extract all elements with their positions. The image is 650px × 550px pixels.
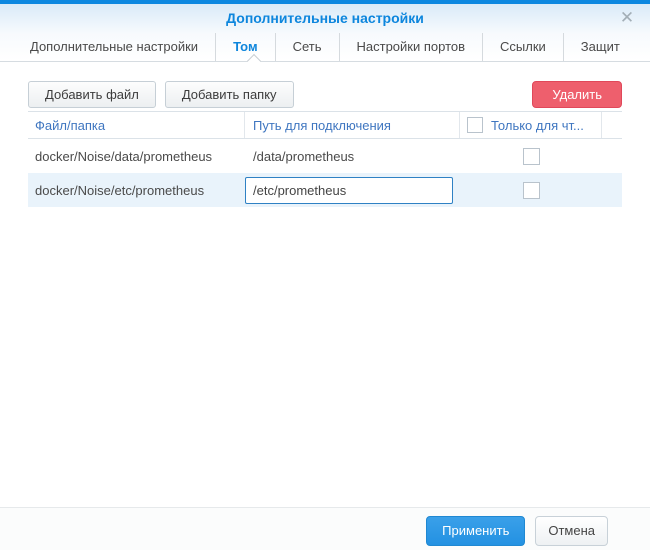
read-only-select-all-checkbox[interactable] xyxy=(467,117,483,133)
tab-bar: Дополнительные настройки Том Сеть Настро… xyxy=(0,33,650,62)
close-icon[interactable]: ✕ xyxy=(616,7,638,29)
tab-protection[interactable]: Защит xyxy=(563,33,637,61)
mount-path-input[interactable] xyxy=(245,177,453,204)
cell-mount-path[interactable]: /data/prometheus xyxy=(245,149,460,164)
column-header-read-only-label: Только для чт... xyxy=(491,118,584,133)
tab-links[interactable]: Ссылки xyxy=(482,33,563,61)
column-header-spacer xyxy=(602,112,622,138)
advanced-settings-dialog: { "window": { "title": "Дополнительные н… xyxy=(0,0,650,550)
read-only-checkbox[interactable] xyxy=(523,148,540,165)
cell-mount-path xyxy=(245,177,460,204)
table-header: Файл/папка Путь для подключения Только д… xyxy=(28,111,622,139)
read-only-checkbox[interactable] xyxy=(523,182,540,199)
tab-volume[interactable]: Том xyxy=(215,33,275,61)
dialog-title: Дополнительные настройки xyxy=(0,4,650,33)
table-row[interactable]: docker/Noise/etc/prometheus xyxy=(28,173,622,207)
volume-tab-panel: Добавить файл Добавить папку Удалить Фай… xyxy=(0,81,650,207)
cancel-button[interactable]: Отмена xyxy=(535,516,608,546)
column-header-mount-path: Путь для подключения xyxy=(245,112,460,138)
column-header-read-only: Только для чт... xyxy=(460,112,602,138)
footer: Применить Отмена xyxy=(0,507,650,550)
cell-read-only xyxy=(460,148,602,165)
tab-advanced-settings[interactable]: Дополнительные настройки xyxy=(13,33,215,61)
tab-network[interactable]: Сеть xyxy=(275,33,339,61)
toolbar: Добавить файл Добавить папку Удалить xyxy=(28,81,622,108)
add-file-button[interactable]: Добавить файл xyxy=(28,81,156,108)
apply-button[interactable]: Применить xyxy=(426,516,525,546)
cell-read-only xyxy=(460,182,602,199)
cell-file-folder: docker/Noise/etc/prometheus xyxy=(28,183,245,198)
column-header-file-folder: Файл/папка xyxy=(28,112,245,138)
add-folder-button[interactable]: Добавить папку xyxy=(165,81,294,108)
volume-table: Файл/папка Путь для подключения Только д… xyxy=(28,111,622,207)
table-row[interactable]: docker/Noise/data/prometheus /data/prome… xyxy=(28,139,622,173)
tab-port-settings[interactable]: Настройки портов xyxy=(339,33,483,61)
cell-file-folder: docker/Noise/data/prometheus xyxy=(28,149,245,164)
dialog-header: Дополнительные настройки ✕ xyxy=(0,4,650,33)
delete-button[interactable]: Удалить xyxy=(532,81,622,108)
